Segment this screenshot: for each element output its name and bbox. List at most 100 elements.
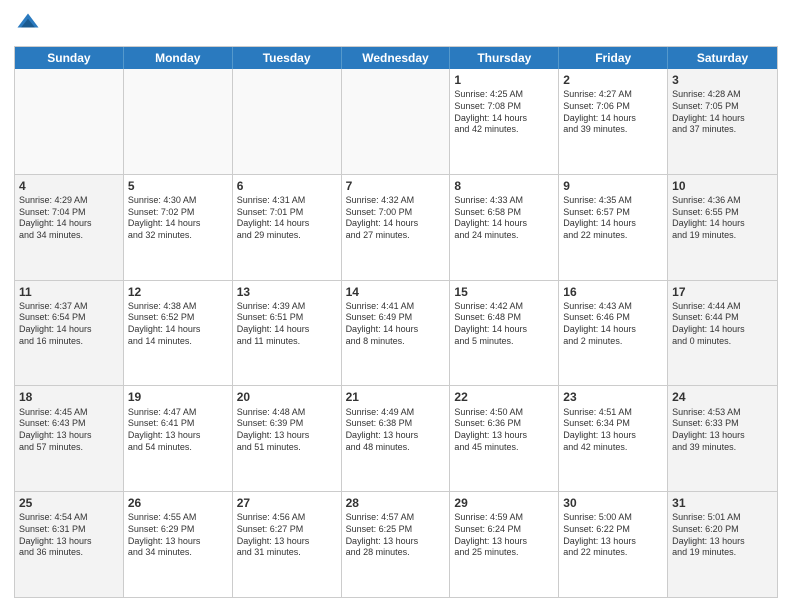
cal-cell-day-12: 12Sunrise: 4:38 AM Sunset: 6:52 PM Dayli…: [124, 281, 233, 386]
header-day-saturday: Saturday: [668, 47, 777, 69]
day-number: 31: [672, 495, 773, 511]
cell-detail: Sunrise: 4:37 AM Sunset: 6:54 PM Dayligh…: [19, 301, 119, 348]
day-number: 26: [128, 495, 228, 511]
cal-cell-day-26: 26Sunrise: 4:55 AM Sunset: 6:29 PM Dayli…: [124, 492, 233, 597]
cal-cell-day-21: 21 Sunrise: 4:49 AM Sunset: 6:38 PM Dayli…: [342, 386, 451, 491]
cell-detail: Sunrise: 4:33 AM Sunset: 6:58 PM Dayligh…: [454, 195, 554, 242]
logo-icon: [14, 10, 42, 38]
cal-cell-day-19: 19 Sunrise: 4:47 AM Sunset: 6:41 PM Dayli…: [124, 386, 233, 491]
cal-cell-empty: [342, 69, 451, 174]
cell-detail: Sunrise: 4:44 AM Sunset: 6:44 PM Dayligh…: [672, 301, 773, 348]
cell-detail: Sunrise: 4:28 AM Sunset: 7:05 PM Dayligh…: [672, 89, 773, 136]
day-number: 8: [454, 178, 554, 194]
cell-detail: Sunrise: 4:39 AM Sunset: 6:51 PM Dayligh…: [237, 301, 337, 348]
cell-detail: Sunrise: 4:49 AM Sunset: 6:38 PM Dayligh…: [346, 407, 446, 454]
cell-detail: Sunrise: 4:48 AM Sunset: 6:39 PM Dayligh…: [237, 407, 337, 454]
day-number: 11: [19, 284, 119, 300]
day-number: 3: [672, 72, 773, 88]
cal-cell-day-22: 22 Sunrise: 4:50 AM Sunset: 6:36 PM Dayli…: [450, 386, 559, 491]
day-number: 4: [19, 178, 119, 194]
cal-cell-day-28: 28Sunrise: 4:57 AM Sunset: 6:25 PM Dayli…: [342, 492, 451, 597]
cal-cell-day-1: 1Sunrise: 4:25 AM Sunset: 7:08 PM Daylig…: [450, 69, 559, 174]
day-number: 28: [346, 495, 446, 511]
cell-detail: Sunrise: 4:51 AM Sunset: 6:34 PM Dayligh…: [563, 407, 663, 454]
logo: [14, 10, 46, 38]
page: SundayMondayTuesdayWednesdayThursdayFrid…: [0, 0, 792, 612]
day-number: 12: [128, 284, 228, 300]
cell-detail: Sunrise: 4:27 AM Sunset: 7:06 PM Dayligh…: [563, 89, 663, 136]
cal-cell-day-27: 27Sunrise: 4:56 AM Sunset: 6:27 PM Dayli…: [233, 492, 342, 597]
cal-cell-day-31: 31Sunrise: 5:01 AM Sunset: 6:20 PM Dayli…: [668, 492, 777, 597]
header: [14, 10, 778, 38]
header-day-friday: Friday: [559, 47, 668, 69]
cal-cell-empty: [233, 69, 342, 174]
day-number: 15: [454, 284, 554, 300]
cell-detail: Sunrise: 4:30 AM Sunset: 7:02 PM Dayligh…: [128, 195, 228, 242]
calendar: SundayMondayTuesdayWednesdayThursdayFrid…: [14, 46, 778, 598]
calendar-week-4: 18Sunrise: 4:45 AM Sunset: 6:43 PM Dayli…: [15, 385, 777, 491]
cal-cell-day-11: 11Sunrise: 4:37 AM Sunset: 6:54 PM Dayli…: [15, 281, 124, 386]
day-number: 22: [454, 389, 554, 405]
cell-detail: Sunrise: 4:32 AM Sunset: 7:00 PM Dayligh…: [346, 195, 446, 242]
day-number: 16: [563, 284, 663, 300]
day-number: 1: [454, 72, 554, 88]
day-number: 2: [563, 72, 663, 88]
cell-detail: Sunrise: 4:50 AM Sunset: 6:36 PM Dayligh…: [454, 407, 554, 454]
header-day-tuesday: Tuesday: [233, 47, 342, 69]
cal-cell-day-18: 18Sunrise: 4:45 AM Sunset: 6:43 PM Dayli…: [15, 386, 124, 491]
cal-cell-day-30: 30Sunrise: 5:00 AM Sunset: 6:22 PM Dayli…: [559, 492, 668, 597]
day-number: 14: [346, 284, 446, 300]
cal-cell-day-24: 24Sunrise: 4:53 AM Sunset: 6:33 PM Dayli…: [668, 386, 777, 491]
day-number: 5: [128, 178, 228, 194]
cal-cell-day-3: 3Sunrise: 4:28 AM Sunset: 7:05 PM Daylig…: [668, 69, 777, 174]
cal-cell-day-13: 13Sunrise: 4:39 AM Sunset: 6:51 PM Dayli…: [233, 281, 342, 386]
calendar-body: 1Sunrise: 4:25 AM Sunset: 7:08 PM Daylig…: [15, 69, 777, 597]
cell-detail: Sunrise: 4:25 AM Sunset: 7:08 PM Dayligh…: [454, 89, 554, 136]
day-number: 30: [563, 495, 663, 511]
day-number: 17: [672, 284, 773, 300]
cell-detail: Sunrise: 4:56 AM Sunset: 6:27 PM Dayligh…: [237, 512, 337, 559]
cal-cell-day-2: 2Sunrise: 4:27 AM Sunset: 7:06 PM Daylig…: [559, 69, 668, 174]
header-day-thursday: Thursday: [450, 47, 559, 69]
day-number: 23: [563, 389, 663, 405]
calendar-week-5: 25Sunrise: 4:54 AM Sunset: 6:31 PM Dayli…: [15, 491, 777, 597]
cal-cell-day-20: 20 Sunrise: 4:48 AM Sunset: 6:39 PM Dayli…: [233, 386, 342, 491]
day-number: 7: [346, 178, 446, 194]
cell-detail: Sunrise: 4:35 AM Sunset: 6:57 PM Dayligh…: [563, 195, 663, 242]
cal-cell-empty: [15, 69, 124, 174]
day-number: 25: [19, 495, 119, 511]
day-number: 20: [237, 389, 337, 405]
day-number: 27: [237, 495, 337, 511]
cell-detail: Sunrise: 4:36 AM Sunset: 6:55 PM Dayligh…: [672, 195, 773, 242]
cell-detail: Sunrise: 5:00 AM Sunset: 6:22 PM Dayligh…: [563, 512, 663, 559]
day-number: 24: [672, 389, 773, 405]
cal-cell-day-29: 29Sunrise: 4:59 AM Sunset: 6:24 PM Dayli…: [450, 492, 559, 597]
day-number: 21: [346, 389, 446, 405]
cell-detail: Sunrise: 4:42 AM Sunset: 6:48 PM Dayligh…: [454, 301, 554, 348]
day-number: 9: [563, 178, 663, 194]
cell-detail: Sunrise: 5:01 AM Sunset: 6:20 PM Dayligh…: [672, 512, 773, 559]
cal-cell-day-10: 10Sunrise: 4:36 AM Sunset: 6:55 PM Dayli…: [668, 175, 777, 280]
cell-detail: Sunrise: 4:43 AM Sunset: 6:46 PM Dayligh…: [563, 301, 663, 348]
cell-detail: Sunrise: 4:55 AM Sunset: 6:29 PM Dayligh…: [128, 512, 228, 559]
cell-detail: Sunrise: 4:31 AM Sunset: 7:01 PM Dayligh…: [237, 195, 337, 242]
cell-detail: Sunrise: 4:41 AM Sunset: 6:49 PM Dayligh…: [346, 301, 446, 348]
cell-detail: Sunrise: 4:59 AM Sunset: 6:24 PM Dayligh…: [454, 512, 554, 559]
calendar-week-3: 11Sunrise: 4:37 AM Sunset: 6:54 PM Dayli…: [15, 280, 777, 386]
cal-cell-day-8: 8Sunrise: 4:33 AM Sunset: 6:58 PM Daylig…: [450, 175, 559, 280]
day-number: 6: [237, 178, 337, 194]
calendar-header-row: SundayMondayTuesdayWednesdayThursdayFrid…: [15, 47, 777, 69]
cell-detail: Sunrise: 4:47 AM Sunset: 6:41 PM Dayligh…: [128, 407, 228, 454]
cal-cell-day-6: 6Sunrise: 4:31 AM Sunset: 7:01 PM Daylig…: [233, 175, 342, 280]
footer-note: [14, 598, 778, 602]
cell-detail: Sunrise: 4:57 AM Sunset: 6:25 PM Dayligh…: [346, 512, 446, 559]
day-number: 18: [19, 389, 119, 405]
cal-cell-day-16: 16Sunrise: 4:43 AM Sunset: 6:46 PM Dayli…: [559, 281, 668, 386]
calendar-week-1: 1Sunrise: 4:25 AM Sunset: 7:08 PM Daylig…: [15, 69, 777, 174]
cell-detail: Sunrise: 4:54 AM Sunset: 6:31 PM Dayligh…: [19, 512, 119, 559]
cell-detail: Sunrise: 4:38 AM Sunset: 6:52 PM Dayligh…: [128, 301, 228, 348]
cell-detail: Sunrise: 4:29 AM Sunset: 7:04 PM Dayligh…: [19, 195, 119, 242]
day-number: 19: [128, 389, 228, 405]
cal-cell-empty: [124, 69, 233, 174]
cal-cell-day-5: 5Sunrise: 4:30 AM Sunset: 7:02 PM Daylig…: [124, 175, 233, 280]
